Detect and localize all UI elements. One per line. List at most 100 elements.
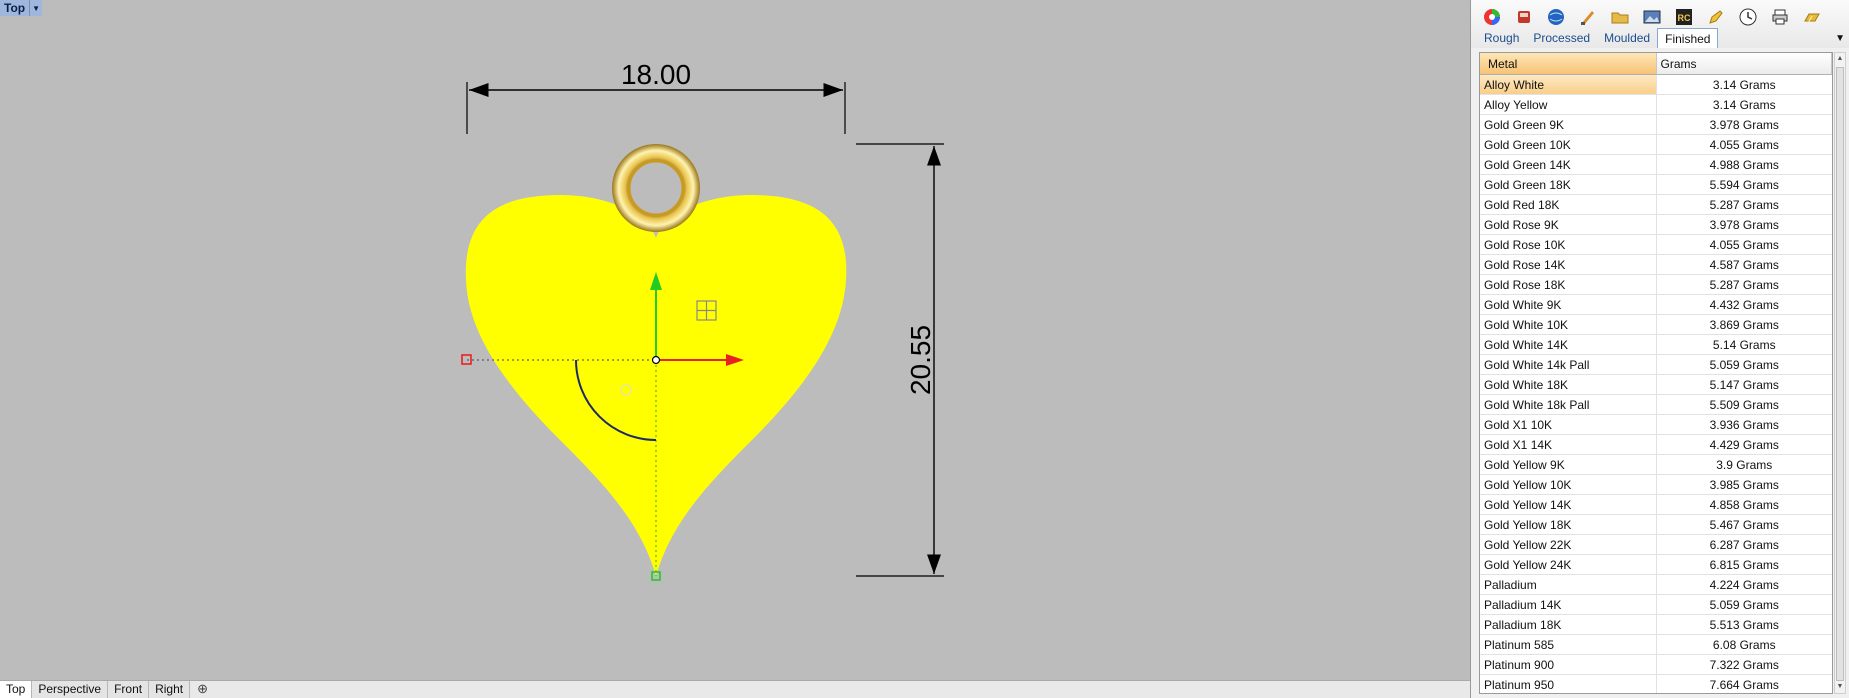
viewport-top[interactable]: Top ▼ 18.00 20.55 bbox=[0, 0, 1470, 680]
grams-cell: 4.224 Grams bbox=[1709, 578, 1779, 592]
metal-name-cell: Gold Green 14K bbox=[1480, 155, 1657, 174]
metal-name-cell: Gold White 18k Pall bbox=[1480, 395, 1657, 414]
table-row[interactable]: Gold Green 9K 3.978 Grams bbox=[1480, 115, 1832, 135]
grams-cell: 3.14 Grams bbox=[1712, 78, 1776, 92]
metal-name-cell: Gold Yellow 9K bbox=[1480, 455, 1657, 474]
table-row[interactable]: Gold Rose 10K 4.055 Grams bbox=[1480, 235, 1832, 255]
brush-icon[interactable] bbox=[1573, 5, 1603, 29]
grams-cell: 4.858 Grams bbox=[1709, 498, 1779, 512]
table-row[interactable]: Gold Rose 14K 4.587 Grams bbox=[1480, 255, 1832, 275]
table-row[interactable]: Gold Yellow 10K 3.985 Grams bbox=[1480, 475, 1832, 495]
grams-cell: 6.287 Grams bbox=[1709, 538, 1779, 552]
table-row[interactable]: Palladium 14K 5.059 Grams bbox=[1480, 595, 1832, 615]
metal-name-cell: Gold Green 10K bbox=[1480, 135, 1657, 154]
grams-cell: 3.9 Grams bbox=[1716, 458, 1773, 472]
scroll-down-icon[interactable]: ▼ bbox=[1835, 681, 1845, 693]
table-row[interactable]: Gold White 14K 5.14 Grams bbox=[1480, 335, 1832, 355]
viewport-tab-perspective[interactable]: Perspective bbox=[32, 681, 109, 698]
column-header-metal[interactable]: Metal bbox=[1480, 53, 1657, 75]
globe-icon[interactable] bbox=[1541, 5, 1571, 29]
table-row[interactable]: Alloy Yellow 3.14 Grams bbox=[1480, 95, 1832, 115]
table-row[interactable]: Gold Yellow 9K 3.9 Grams bbox=[1480, 455, 1832, 475]
tab-finished[interactable]: Finished bbox=[1657, 28, 1719, 48]
grams-cell: 3.978 Grams bbox=[1709, 118, 1779, 132]
metal-name-cell: Gold White 10K bbox=[1480, 315, 1657, 334]
table-row[interactable]: Gold Green 14K 4.988 Grams bbox=[1480, 155, 1832, 175]
pencil-icon[interactable] bbox=[1701, 5, 1731, 29]
metal-name-cell: Palladium 18K bbox=[1480, 615, 1657, 634]
metal-name-cell: Platinum 950 bbox=[1480, 675, 1657, 693]
viewport-canvas[interactable]: 18.00 20.55 bbox=[0, 0, 1470, 680]
metal-name-cell: Gold Yellow 18K bbox=[1480, 515, 1657, 534]
grams-cell: 5.467 Grams bbox=[1709, 518, 1779, 532]
column-header-grams[interactable]: Grams bbox=[1656, 53, 1832, 75]
scroll-up-icon[interactable]: ▲ bbox=[1835, 53, 1845, 65]
table-row[interactable]: Gold Yellow 22K 6.287 Grams bbox=[1480, 535, 1832, 555]
table-row[interactable]: Alloy White 3.14 Grams bbox=[1480, 75, 1832, 95]
paint-bucket-icon[interactable] bbox=[1509, 5, 1539, 29]
table-scrollbar[interactable]: ▲ ▼ bbox=[1834, 52, 1846, 694]
gold-bar-icon[interactable] bbox=[1797, 5, 1827, 29]
grams-cell: 5.059 Grams bbox=[1709, 358, 1779, 372]
grams-cell: 4.587 Grams bbox=[1709, 258, 1779, 272]
add-viewport-icon[interactable]: ⊕ bbox=[190, 681, 215, 698]
metal-name-cell: Gold X1 10K bbox=[1480, 415, 1657, 434]
table-row[interactable]: Gold Rose 18K 5.287 Grams bbox=[1480, 275, 1832, 295]
metal-name-cell: Gold Green 18K bbox=[1480, 175, 1657, 194]
panel-menu-chevron-icon[interactable]: ▼ bbox=[1835, 33, 1845, 44]
table-row[interactable]: Gold Red 18K 5.287 Grams bbox=[1480, 195, 1832, 215]
rc-logo-icon[interactable]: RC bbox=[1669, 5, 1699, 29]
table-row[interactable]: Gold X1 10K 3.936 Grams bbox=[1480, 415, 1832, 435]
table-row[interactable]: Platinum 950 7.664 Grams bbox=[1480, 675, 1832, 693]
bail-ring[interactable] bbox=[612, 144, 700, 232]
table-row[interactable]: Gold Rose 9K 3.978 Grams bbox=[1480, 215, 1832, 235]
table-row[interactable]: Gold Yellow 14K 4.858 Grams bbox=[1480, 495, 1832, 515]
table-row[interactable]: Gold White 14k Pall 5.059 Grams bbox=[1480, 355, 1832, 375]
image-icon[interactable] bbox=[1637, 5, 1667, 29]
metal-weight-panel: RC Rough Processed Moulded Finished ▼ Me… bbox=[1470, 0, 1849, 698]
viewport-tab-front[interactable]: Front bbox=[108, 681, 150, 698]
folder-icon[interactable] bbox=[1605, 5, 1635, 29]
viewport-tabs: Top Perspective Front Right ⊕ bbox=[0, 680, 1470, 698]
panel-header: RC Rough Processed Moulded Finished ▼ bbox=[1471, 0, 1849, 48]
table-row[interactable]: Gold Yellow 18K 5.467 Grams bbox=[1480, 515, 1832, 535]
table-row[interactable]: Gold X1 14K 4.429 Grams bbox=[1480, 435, 1832, 455]
chevron-down-icon[interactable]: ▼ bbox=[30, 0, 43, 16]
metal-name-cell: Gold Rose 9K bbox=[1480, 215, 1657, 234]
clock-icon[interactable] bbox=[1733, 5, 1763, 29]
scroll-thumb[interactable] bbox=[1836, 67, 1844, 681]
tab-moulded[interactable]: Moulded bbox=[1597, 28, 1657, 48]
table-row[interactable]: Gold White 18k Pall 5.509 Grams bbox=[1480, 395, 1832, 415]
gizmo-origin[interactable] bbox=[651, 355, 661, 365]
color-wheel-icon[interactable] bbox=[1477, 5, 1507, 29]
table-row[interactable]: Gold White 9K 4.432 Grams bbox=[1480, 295, 1832, 315]
tab-rough[interactable]: Rough bbox=[1477, 28, 1526, 48]
table-row[interactable]: Gold Yellow 24K 6.815 Grams bbox=[1480, 555, 1832, 575]
grams-cell: 3.985 Grams bbox=[1709, 478, 1779, 492]
viewport-tab-top[interactable]: Top bbox=[0, 681, 33, 698]
metal-name-cell: Gold White 14k Pall bbox=[1480, 355, 1657, 374]
table-row[interactable]: Gold White 10K 3.869 Grams bbox=[1480, 315, 1832, 335]
table-row[interactable]: Gold White 18K 5.147 Grams bbox=[1480, 375, 1832, 395]
tab-processed[interactable]: Processed bbox=[1526, 28, 1597, 48]
table-row[interactable]: Palladium 4.224 Grams bbox=[1480, 575, 1832, 595]
metal-name-cell: Alloy Yellow bbox=[1480, 95, 1657, 114]
table-row[interactable]: Gold Green 18K 5.594 Grams bbox=[1480, 175, 1832, 195]
grams-cell: 5.513 Grams bbox=[1709, 618, 1779, 632]
table-row[interactable]: Platinum 585 6.08 Grams bbox=[1480, 635, 1832, 655]
metal-name-cell: Gold Rose 14K bbox=[1480, 255, 1657, 274]
metal-name-cell: Gold Yellow 14K bbox=[1480, 495, 1657, 514]
viewport-title-bar[interactable]: Top ▼ bbox=[0, 0, 43, 16]
grams-cell: 5.059 Grams bbox=[1709, 598, 1779, 612]
printer-icon[interactable] bbox=[1765, 5, 1795, 29]
viewport-title[interactable]: Top bbox=[0, 0, 31, 16]
metal-weights-table: Metal Grams Alloy White 3.14 Grams Alloy Y… bbox=[1479, 52, 1833, 694]
viewport-tab-right[interactable]: Right bbox=[149, 681, 191, 698]
gizmo-handle-left[interactable] bbox=[461, 354, 472, 365]
grams-cell: 5.14 Grams bbox=[1712, 338, 1776, 352]
metal-name-cell: Gold Green 9K bbox=[1480, 115, 1657, 134]
table-row[interactable]: Palladium 18K 5.513 Grams bbox=[1480, 615, 1832, 635]
table-row[interactable]: Platinum 900 7.322 Grams bbox=[1480, 655, 1832, 675]
grams-cell: 7.664 Grams bbox=[1709, 678, 1779, 692]
table-row[interactable]: Gold Green 10K 4.055 Grams bbox=[1480, 135, 1832, 155]
